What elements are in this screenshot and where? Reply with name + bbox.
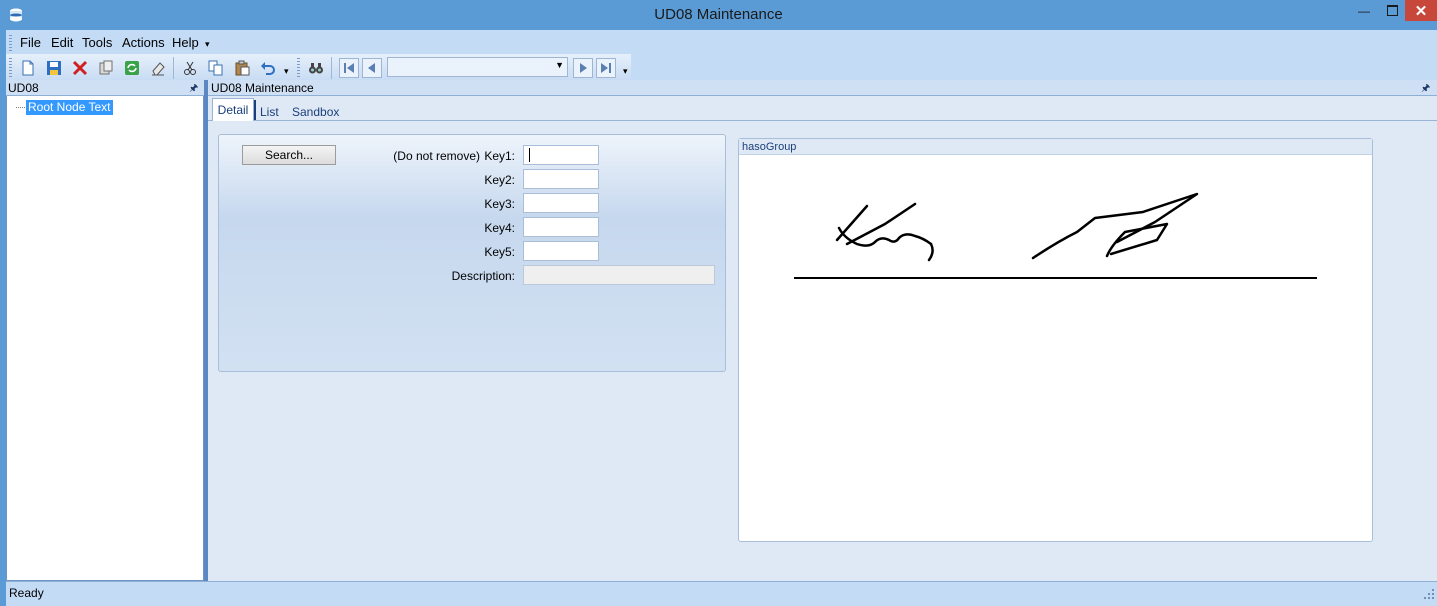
clear-button[interactable]	[148, 58, 168, 78]
undo-icon	[261, 62, 275, 75]
menu-actions[interactable]: Actions	[122, 35, 165, 50]
maximize-button[interactable]	[1379, 0, 1405, 21]
signature-canvas[interactable]	[739, 156, 1372, 541]
toolbar-grip[interactable]	[9, 58, 12, 77]
menubar-overflow-icon[interactable]: ▾	[205, 39, 210, 50]
window-title: UD08 Maintenance	[654, 6, 783, 23]
search-button[interactable]: Search...	[242, 145, 336, 165]
menu-help[interactable]: Help	[172, 35, 199, 50]
chevron-down-icon[interactable]: ▼	[555, 60, 564, 70]
previous-record-button[interactable]	[362, 58, 382, 78]
tree-panel	[6, 80, 204, 581]
resize-grip-icon[interactable]	[1424, 589, 1434, 599]
undo-button[interactable]	[258, 58, 278, 78]
copy-record-icon	[99, 60, 113, 75]
undo-dropdown-icon[interactable]: ▾	[284, 66, 289, 77]
tab-divider	[254, 100, 256, 120]
search-button[interactable]	[306, 58, 326, 78]
first-record-button[interactable]	[339, 58, 359, 78]
key5-label: Key5:	[484, 245, 515, 259]
toolbar-separator	[331, 57, 332, 79]
key2-field[interactable]	[523, 169, 599, 189]
menu-edit[interactable]: Edit	[51, 35, 73, 50]
toolbar-overflow-icon[interactable]: ▾	[623, 66, 628, 77]
copy-button[interactable]	[206, 58, 226, 78]
record-navigator-combo[interactable]: ▼	[387, 57, 568, 77]
next-record-button[interactable]	[573, 58, 593, 78]
description-field[interactable]	[523, 265, 715, 285]
new-icon	[22, 60, 34, 76]
save-icon	[47, 61, 61, 75]
previous-record-icon	[368, 63, 375, 73]
tree-root-node[interactable]: Root Node Text	[26, 100, 113, 115]
refresh-icon	[125, 61, 139, 75]
toolbar-separator	[173, 57, 174, 79]
delete-button[interactable]	[70, 58, 90, 78]
minimize-icon: —	[1358, 3, 1370, 18]
cut-icon	[184, 61, 196, 75]
tab-detail[interactable]: Detail	[212, 98, 254, 121]
signature-drawing	[835, 192, 1199, 262]
main-panel-header	[208, 80, 1437, 96]
next-record-icon	[580, 63, 587, 73]
key4-field[interactable]	[523, 217, 599, 237]
pin-icon[interactable]: 🖈	[189, 81, 198, 98]
main-panel-title: UD08 Maintenance	[211, 81, 314, 95]
key1-field[interactable]	[523, 145, 599, 165]
copy-icon	[208, 60, 223, 76]
close-icon: ✕	[1414, 2, 1428, 20]
new-button[interactable]	[18, 58, 38, 78]
key5-field[interactable]	[523, 241, 599, 261]
do-not-remove-label: (Do not remove)	[393, 149, 480, 163]
paste-icon	[235, 60, 250, 76]
text-caret	[529, 148, 530, 162]
first-record-icon	[344, 63, 354, 73]
tab-list[interactable]: List	[260, 105, 279, 119]
tab-strip	[208, 96, 1437, 121]
copy-record-button[interactable]	[96, 58, 116, 78]
menu-tools[interactable]: Tools	[82, 35, 112, 50]
status-text: Ready	[9, 586, 44, 600]
cut-button[interactable]	[180, 58, 200, 78]
key1-label: Key1:	[484, 149, 515, 163]
save-button[interactable]	[44, 58, 64, 78]
refresh-button[interactable]	[122, 58, 142, 78]
search-binoculars-icon	[309, 63, 323, 74]
clear-icon	[152, 62, 165, 76]
toolbar-grip-2[interactable]	[297, 58, 300, 77]
key3-label: Key3:	[484, 197, 515, 211]
tree-panel-title: UD08	[8, 81, 39, 95]
tab-sandbox[interactable]: Sandbox	[292, 105, 339, 119]
menu-file[interactable]: File	[20, 35, 41, 50]
maximize-icon	[1386, 5, 1398, 16]
description-label: Description:	[451, 269, 515, 283]
paste-button[interactable]	[232, 58, 252, 78]
menubar-grip[interactable]	[9, 35, 12, 52]
minimize-button[interactable]: —	[1349, 0, 1379, 21]
haso-group-title: hasoGroup	[742, 141, 797, 153]
status-bar	[6, 581, 1437, 606]
close-button[interactable]: ✕	[1405, 0, 1437, 21]
key2-label: Key2:	[484, 173, 515, 187]
key4-label: Key4:	[484, 221, 515, 235]
key3-field[interactable]	[523, 193, 599, 213]
haso-group-header	[739, 139, 1372, 155]
last-record-button[interactable]	[596, 58, 616, 78]
tree-connector	[16, 107, 25, 108]
delete-icon	[72, 60, 88, 76]
last-record-icon	[601, 63, 611, 73]
